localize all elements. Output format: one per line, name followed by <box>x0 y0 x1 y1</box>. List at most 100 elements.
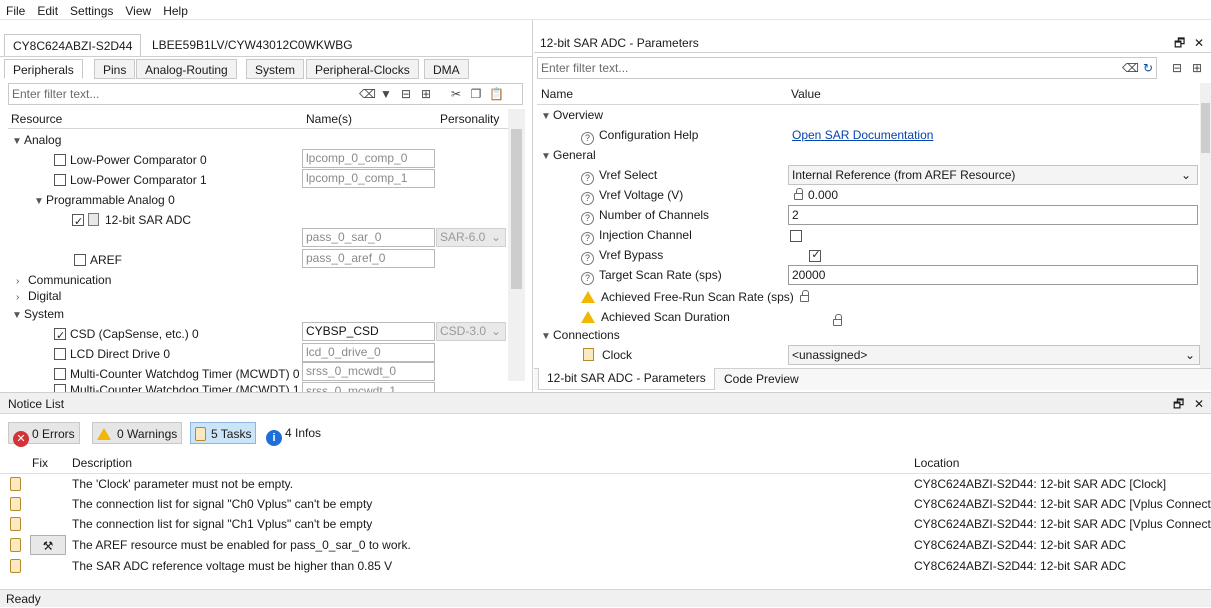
paste-icon[interactable]: 📋 <box>489 87 504 101</box>
tasks-filter-button[interactable]: 5 Tasks <box>190 422 257 444</box>
tree-lpcomp0[interactable]: Low-Power Comparator 0 <box>54 150 207 170</box>
menu-help[interactable]: Help <box>157 0 194 19</box>
col-description[interactable]: Description <box>72 452 132 474</box>
clear-filter-icon[interactable]: ⌫ <box>1122 61 1139 75</box>
funnel-icon[interactable]: ▼ <box>379 87 393 101</box>
tree-csd[interactable]: CSD (CapSense, etc.) 0 <box>54 324 199 346</box>
col-name[interactable]: Name <box>541 83 573 105</box>
chevron-down-icon[interactable]: ▼ <box>541 107 553 127</box>
expand-all-icon[interactable]: ⊞ <box>419 87 433 101</box>
help-icon[interactable]: ? <box>581 192 594 205</box>
checkbox[interactable] <box>72 212 84 232</box>
restore-icon[interactable]: 🗗 <box>1173 393 1184 415</box>
restore-icon[interactable]: 🗗 <box>1174 33 1185 53</box>
chevron-down-icon[interactable]: ▼ <box>541 147 553 167</box>
col-fix[interactable]: Fix <box>32 452 48 474</box>
target-scan-rate-input[interactable]: 20000 <box>788 265 1198 285</box>
tree-scrollbar[interactable] <box>508 109 525 381</box>
tab-pins[interactable]: Pins <box>94 59 136 79</box>
menu-settings[interactable]: Settings <box>64 0 119 19</box>
name-field-sar[interactable]: pass_0_sar_0 <box>302 228 435 247</box>
chevron-down-icon[interactable]: ▼ <box>541 327 553 347</box>
close-icon[interactable]: ✕ <box>1194 393 1204 415</box>
name-field-mcwdt1[interactable]: srss_0_mcwdt_1 <box>302 382 435 392</box>
checkbox[interactable] <box>54 348 66 360</box>
tree-digital[interactable]: › Digital <box>16 286 61 306</box>
checkbox[interactable] <box>54 368 66 380</box>
col-value[interactable]: Value <box>791 83 821 105</box>
menu-edit[interactable]: Edit <box>31 0 64 19</box>
help-icon[interactable]: ? <box>581 212 594 225</box>
tab-sar-parameters[interactable]: 12-bit SAR ADC - Parameters <box>538 368 715 390</box>
tab-peripheral-clocks[interactable]: Peripheral-Clocks <box>306 59 419 79</box>
chevron-down-icon[interactable]: ▼ <box>12 132 24 152</box>
close-icon[interactable]: ✕ <box>1194 33 1204 53</box>
name-field-lpcomp1[interactable]: lpcomp_0_comp_1 <box>302 169 435 188</box>
tree-system[interactable]: ▼ System <box>12 304 64 324</box>
injection-channel-checkbox[interactable] <box>790 230 802 242</box>
open-sar-documentation-link[interactable]: Open SAR Documentation <box>792 125 933 145</box>
col-resource[interactable]: Resource <box>11 109 62 129</box>
tab-device-main[interactable]: CY8C624ABZI-S2D44 <box>4 34 142 56</box>
checkbox[interactable] <box>54 174 66 186</box>
collapse-all-icon[interactable]: ⊟ <box>1170 61 1184 75</box>
chevron-down-icon[interactable]: ▼ <box>12 306 24 326</box>
warnings-filter-button[interactable]: 0 Warnings <box>92 422 183 444</box>
name-field-lcd[interactable]: lcd_0_drive_0 <box>302 343 435 362</box>
tree-sar-adc[interactable]: 12-bit SAR ADC <box>72 210 191 232</box>
errors-filter-button[interactable]: ✕ 0 Errors <box>8 422 80 447</box>
checkbox[interactable] <box>74 254 86 266</box>
resource-filter-input[interactable]: Enter filter text... ⌫ ▼ ⊟ ⊞ ✂ ❐ 📋 <box>8 83 523 105</box>
tree-mcwdt0[interactable]: Multi-Counter Watchdog Timer (MCWDT) 0 <box>54 364 300 384</box>
tree-lpcomp1[interactable]: Low-Power Comparator 1 <box>54 170 207 190</box>
tab-dma[interactable]: DMA <box>424 59 469 79</box>
personality-csd[interactable]: CSD-3.0 ⌄ <box>436 322 506 341</box>
tree-programmable-analog[interactable]: ▼ Programmable Analog 0 <box>34 190 175 210</box>
clock-dropdown[interactable]: <unassigned> ⌄ <box>788 345 1200 365</box>
fix-wrench-button[interactable]: ⚒ <box>30 535 66 555</box>
menu-file[interactable]: File <box>0 0 31 19</box>
help-icon[interactable]: ? <box>581 232 594 245</box>
tab-analog-routing[interactable]: Analog-Routing <box>136 59 237 79</box>
tree-scrollbar-thumb[interactable] <box>511 129 522 289</box>
collapse-all-icon[interactable]: ⊟ <box>399 87 413 101</box>
col-personality[interactable]: Personality <box>440 109 499 129</box>
tab-peripherals[interactable]: Peripherals <box>4 59 83 79</box>
help-icon[interactable]: ? <box>581 272 594 285</box>
params-scrollbar-thumb[interactable] <box>1201 103 1210 153</box>
notice-row[interactable]: The 'Clock' parameter must not be empty.… <box>0 474 1211 494</box>
tree-aref[interactable]: AREF <box>74 250 122 270</box>
infos-filter-button[interactable]: i4 Infos <box>264 422 323 446</box>
tab-device-wifi[interactable]: LBEE59B1LV/CYW43012C0WKWBG <box>144 34 361 56</box>
name-field-csd[interactable]: CYBSP_CSD <box>302 322 435 341</box>
name-field-aref[interactable]: pass_0_aref_0 <box>302 249 435 268</box>
chevron-down-icon[interactable]: ▼ <box>34 192 46 212</box>
name-field-lpcomp0[interactable]: lpcomp_0_comp_0 <box>302 149 435 168</box>
personality-sar[interactable]: SAR-6.0 ⌄ <box>436 228 506 247</box>
clear-filter-icon[interactable]: ⌫ <box>359 87 376 101</box>
vref-bypass-checkbox[interactable] <box>809 248 822 262</box>
params-scrollbar[interactable] <box>1200 83 1211 368</box>
tab-code-preview[interactable]: Code Preview <box>716 369 807 389</box>
notice-row[interactable]: ⚒ The AREF resource must be enabled for … <box>0 535 1211 555</box>
checkbox[interactable] <box>54 384 66 392</box>
notice-row[interactable]: The connection list for signal "Ch1 Vplu… <box>0 514 1211 534</box>
help-icon[interactable]: ? <box>581 252 594 265</box>
vref-select-dropdown[interactable]: Internal Reference (from AREF Resource) ⌄ <box>788 165 1198 185</box>
param-group-connections[interactable]: ▼ Connections <box>537 325 1199 345</box>
help-icon[interactable]: ? <box>581 172 594 185</box>
num-channels-input[interactable]: 2 <box>788 205 1198 225</box>
name-field-mcwdt0[interactable]: srss_0_mcwdt_0 <box>302 362 435 381</box>
col-names[interactable]: Name(s) <box>306 109 352 129</box>
cut-icon[interactable]: ✂ <box>449 87 463 101</box>
tree-lcd[interactable]: LCD Direct Drive 0 <box>54 344 170 364</box>
help-icon[interactable]: ? <box>581 132 594 145</box>
menu-view[interactable]: View <box>119 0 157 19</box>
notice-row[interactable]: The SAR ADC reference voltage must be hi… <box>0 556 1211 576</box>
notice-row[interactable]: The connection list for signal "Ch0 Vplu… <box>0 494 1211 514</box>
param-group-general[interactable]: ▼ General <box>537 145 1199 165</box>
tree-mcwdt1[interactable]: Multi-Counter Watchdog Timer (MCWDT) 1 <box>54 382 300 392</box>
expand-all-icon[interactable]: ⊞ <box>1190 61 1204 75</box>
param-group-overview[interactable]: ▼ Overview <box>537 105 1199 125</box>
checkbox[interactable] <box>54 154 66 166</box>
